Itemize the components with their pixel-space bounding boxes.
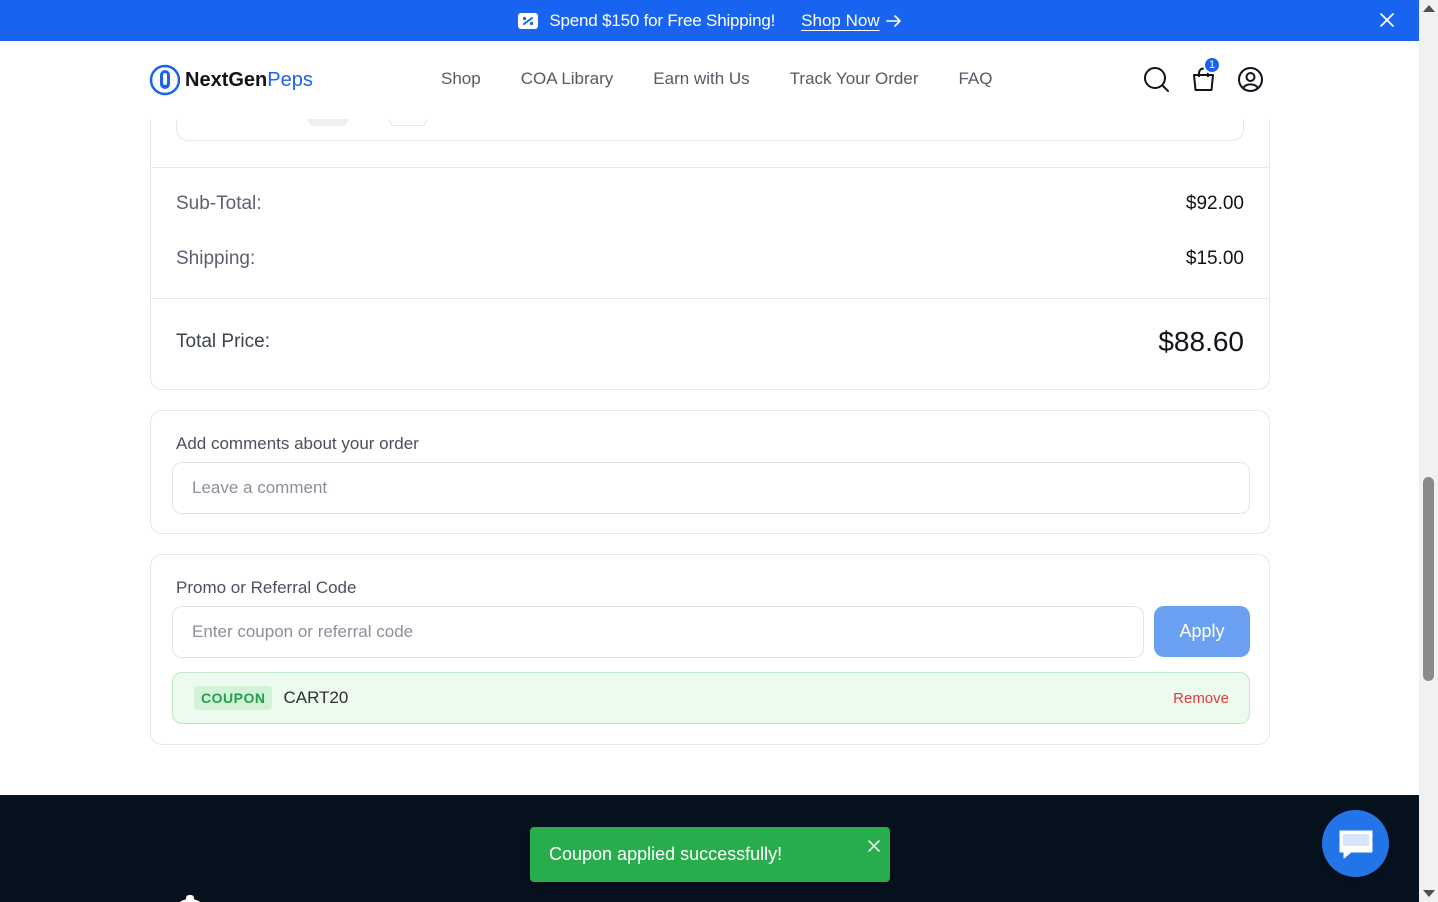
shipping-value: $15.00 [1185,248,1244,269]
shipping-label: Shipping: [176,248,256,269]
comments-title: Add comments about your order [176,434,419,453]
subtotal-row: Sub-Total: $92.00 [176,193,1244,215]
order-comments-card: Add comments about your order Leave a co… [150,410,1270,534]
scroll-up-arrow-icon[interactable] [1423,5,1435,12]
remove-coupon-button[interactable]: Remove [1173,690,1229,707]
shop-now-link[interactable]: Shop Now [801,11,901,31]
applied-coupon: COUPON CART20 Remove [172,672,1250,724]
main-nav: Shop COA Library Earn with Us Track Your… [441,69,993,89]
promo-title: Promo or Referral Code [176,578,357,597]
nav-coa-library[interactable]: COA Library [521,69,614,89]
coupon-code: CART20 [283,688,349,707]
nav-shop[interactable]: Shop [441,69,481,89]
brand-name-part2: Peps [267,68,313,91]
brand-logo[interactable]: NextGen Peps [149,64,313,96]
announcement-bar: Spend $150 for Free Shipping! Shop Now [0,0,1419,41]
search-icon[interactable] [1143,66,1170,93]
cart-icon[interactable]: 1 [1190,56,1221,93]
logo-icon [149,64,181,96]
apply-button[interactable]: Apply [1154,606,1250,657]
total-value: $88.60 [1158,326,1244,357]
total-row: Total Price: $88.60 [176,326,1244,358]
nav-faq[interactable]: FAQ [958,69,992,89]
announcement-text: Spend $150 for Free Shipping! [549,10,776,30]
cart-count-badge: 1 [1203,56,1221,74]
total-label: Total Price: [176,331,270,352]
scroll-down-arrow-icon[interactable] [1423,890,1435,897]
scrollbar-thumb[interactable] [1423,477,1434,681]
chat-widget-button[interactable] [1322,810,1389,877]
chat-bubble-icon [1339,830,1372,858]
footer-logo-icon [179,895,201,902]
comment-input[interactable]: Leave a comment [172,462,1250,514]
nav-track-order[interactable]: Track Your Order [790,69,919,89]
brand-name-part1: NextGen [185,68,268,91]
divider [151,167,1269,168]
promo-code-input[interactable]: Enter coupon or referral code [172,606,1144,658]
subtotal-label: Sub-Total: [176,193,262,214]
toast-message: Coupon applied successfully! [549,844,783,864]
page-scrollbar[interactable] [1419,0,1438,902]
nav-earn-with-us[interactable]: Earn with Us [653,69,749,89]
divider [151,298,1269,299]
header-icons: 1 [1143,56,1264,93]
subtotal-value: $92.00 [1185,193,1244,214]
site-header: NextGen Peps Shop COA Library Earn with U… [0,41,1419,119]
account-icon[interactable] [1237,66,1264,93]
gift-icon [517,10,539,32]
shipping-row: Shipping: $15.00 [176,248,1244,270]
close-toast-icon[interactable] [868,836,880,852]
shop-now-label: Shop Now [801,10,880,30]
order-summary-card: Sub-Total: $92.00 Shipping: $15.00 Total… [150,100,1270,390]
promo-code-card: Promo or Referral Code Enter coupon or r… [150,554,1270,745]
arrow-right-icon [885,14,901,27]
close-announcement-icon[interactable] [1377,10,1397,30]
success-toast: Coupon applied successfully! [530,827,890,882]
coupon-badge: COUPON [194,686,273,710]
